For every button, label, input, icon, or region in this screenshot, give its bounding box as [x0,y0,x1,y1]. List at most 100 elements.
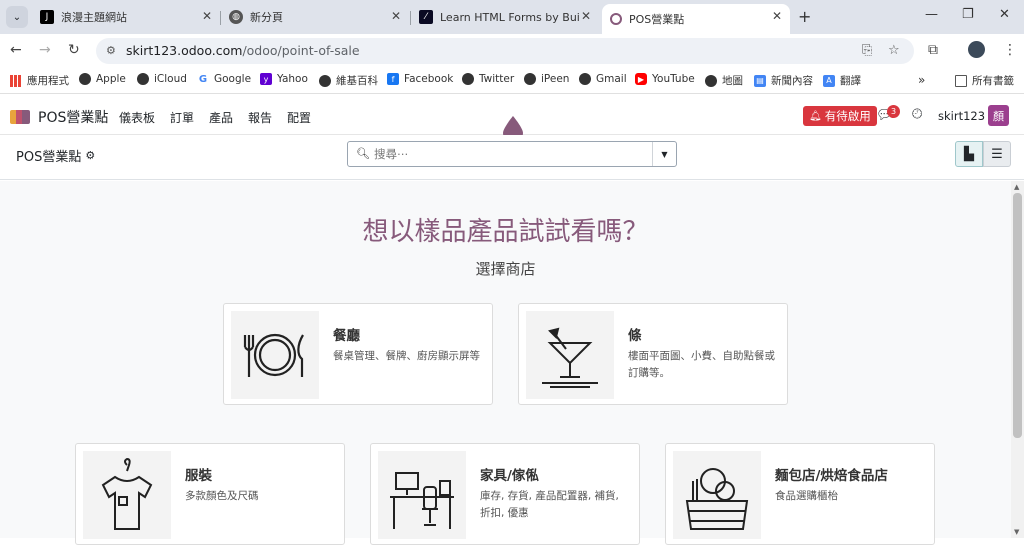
all-bookmarks-folder[interactable]: 所有書籤 [955,73,1014,88]
page-subheading: 選擇商店 [475,260,536,278]
browser-tab-1[interactable]: J 浪漫主題網站 ✕ [32,4,220,30]
close-icon[interactable]: ✕ [581,9,591,23]
menu-orders[interactable]: 訂單 [170,109,194,126]
scroll-up-icon[interactable]: ▲ [1014,183,1019,191]
bookmark-maps[interactable]: 地圖 [705,73,743,88]
forward-arrow-icon[interactable]: → [39,42,51,58]
bookmark-label: 新聞內容 [771,75,813,87]
username[interactable]: skirt123 [938,109,985,123]
search-bar: 🔍︎ ▼ [347,141,677,167]
menu-reporting[interactable]: 報告 [248,109,272,126]
close-icon[interactable]: ✕ [772,9,782,23]
bookmark-star-icon[interactable]: ☆ [888,43,900,58]
menu-dashboard[interactable]: 儀表板 [119,109,155,126]
bookmarks-bar: 應用程式 Apple iCloud G Google y Yahoo 維基百科 fF… [0,68,1024,94]
jetbrains-icon: J [40,10,54,24]
globe-icon [319,74,331,87]
card-description: 餐桌管理、餐牌、廚房顯示屏等 [333,350,480,362]
bookmark-label: YouTube [652,73,695,85]
shop-card-clothes[interactable]: 服裝 多款顏色及尺碼 [75,443,345,545]
apps-grid-icon [10,74,22,87]
control-panel: POS營業點 ⚙ 🔍︎ ▼ ▙ ☰ [0,135,1024,180]
clock-icon[interactable]: 🕘︎ [912,107,922,122]
gear-icon[interactable]: ⚙ [85,149,95,162]
menu-products[interactable]: 產品 [209,109,233,126]
bookmark-gmail[interactable]: Gmail [579,73,627,85]
window-close-icon[interactable]: ✕ [999,7,1010,22]
bookmark-ipeen[interactable]: iPeen [524,73,569,85]
tab-title: 新分頁 [250,11,283,24]
scrollbar-thumb[interactable] [1013,193,1022,438]
close-icon[interactable]: ✕ [202,9,212,23]
close-icon[interactable]: ✕ [391,9,401,23]
reload-icon[interactable]: ↻ [68,42,80,58]
bookmark-label: Google [214,73,252,85]
address-bar[interactable]: ⚙ skirt123.odoo.com/odoo/point-of-sale ⎘… [96,38,914,64]
search-input[interactable] [374,145,644,163]
app-brand[interactable]: POS營業點 [10,107,108,127]
bookmark-apps[interactable]: 應用程式 [10,73,69,88]
bookmark-label: 應用程式 [27,75,69,87]
bookmark-news[interactable]: ▤ 新聞內容 [754,73,813,88]
chat-counter-badge: 3 [887,105,900,118]
url-host: skirt123.odoo.com [126,43,243,58]
card-description: 樓面平面圖、小費、自助點餐或訂購等。 [628,350,775,379]
vertical-scrollbar[interactable]: ▲ ▼ [1011,181,1024,538]
minimize-icon[interactable]: — [925,7,938,22]
shop-card-bar[interactable]: 條 樓面平面圖、小費、自助點餐或訂購等。 [518,303,788,405]
bookmark-apple[interactable]: Apple [79,73,126,85]
globe-icon [579,73,591,85]
browser-tab-4[interactable]: POS營業點 ✕ [602,4,790,34]
list-view-button[interactable]: ☰ [983,141,1011,167]
tshirt-hanger-icon [83,451,171,539]
tab-title: Learn HTML Forms by Building [440,10,580,24]
back-arrow-icon[interactable]: ← [10,42,22,58]
restore-icon[interactable]: ❐ [962,7,974,22]
globe-icon [462,73,474,85]
desk-chair-icon [378,451,466,539]
activity-pending-button[interactable]: 🔔︎ 有待啟用 [803,106,877,126]
bookmark-translate[interactable]: A 翻譯 [823,73,861,88]
shop-card-restaurant[interactable]: 餐廳 餐桌管理、餐牌、廚房顯示屏等 [223,303,493,405]
menu-configuration[interactable]: 配置 [287,109,311,126]
bookmarks-overflow-button[interactable]: » [918,73,925,87]
activity-label: 有待啟用 [824,109,871,123]
search-options-toggle[interactable]: ▼ [652,142,676,166]
bookmark-youtube[interactable]: ▶ YouTube [635,73,695,85]
browser-tab-3[interactable]: ⁄ Learn HTML Forms by Building ✕ [411,4,599,30]
bookmark-twitter[interactable]: Twitter [462,73,514,85]
bookmark-icloud[interactable]: iCloud [137,73,187,85]
site-info-icon[interactable]: ⚙ [106,44,116,57]
user-avatar[interactable]: 顏 [988,105,1009,126]
bookmark-google[interactable]: G Google [197,73,251,85]
kanban-view-button[interactable]: ▙ [955,141,983,167]
tab-search-button[interactable]: ⌄ [6,6,28,28]
card-title: 麵包店/烘焙食品店 [775,468,888,484]
new-tab-button[interactable]: + [798,7,811,26]
bookmark-facebook[interactable]: f Facebook [387,73,453,85]
extensions-icon[interactable]: ⧉ [928,42,938,58]
card-description: 食品選購櫃枱 [775,490,838,502]
card-description: 多款顏色及尺碼 [185,490,259,502]
browser-menu-icon[interactable]: ⋮ [1003,42,1017,58]
news-icon: ▤ [754,74,766,87]
globe-icon: ◍ [229,10,243,24]
globe-icon [705,74,717,87]
translate-icon: A [823,74,835,87]
bookmark-yahoo[interactable]: y Yahoo [260,73,308,85]
globe-icon [137,73,149,85]
profile-avatar[interactable] [968,41,985,58]
bookmark-wikipedia[interactable]: 維基百科 [319,73,378,88]
install-app-icon[interactable]: ⎘ [862,43,872,58]
card-title: 條 [628,328,642,344]
url-path: /odoo/point-of-sale [242,43,360,58]
bookmark-label: Apple [96,73,126,85]
shop-card-bakery[interactable]: 麵包店/烘焙食品店 食品選購櫃枱 [665,443,935,545]
shop-card-furniture[interactable]: 家具/傢俬 庫存, 存貨, 產品配置器, 補貨, 折扣, 優惠 [370,443,640,545]
card-title: 家具/傢俬 [480,468,539,484]
cocktail-icon [526,311,614,399]
bookmark-label: iPeen [541,73,570,85]
browser-tab-2[interactable]: ◍ 新分頁 ✕ [221,4,409,30]
scroll-down-icon[interactable]: ▼ [1014,528,1019,536]
bookmark-label: 所有書籤 [972,75,1014,87]
